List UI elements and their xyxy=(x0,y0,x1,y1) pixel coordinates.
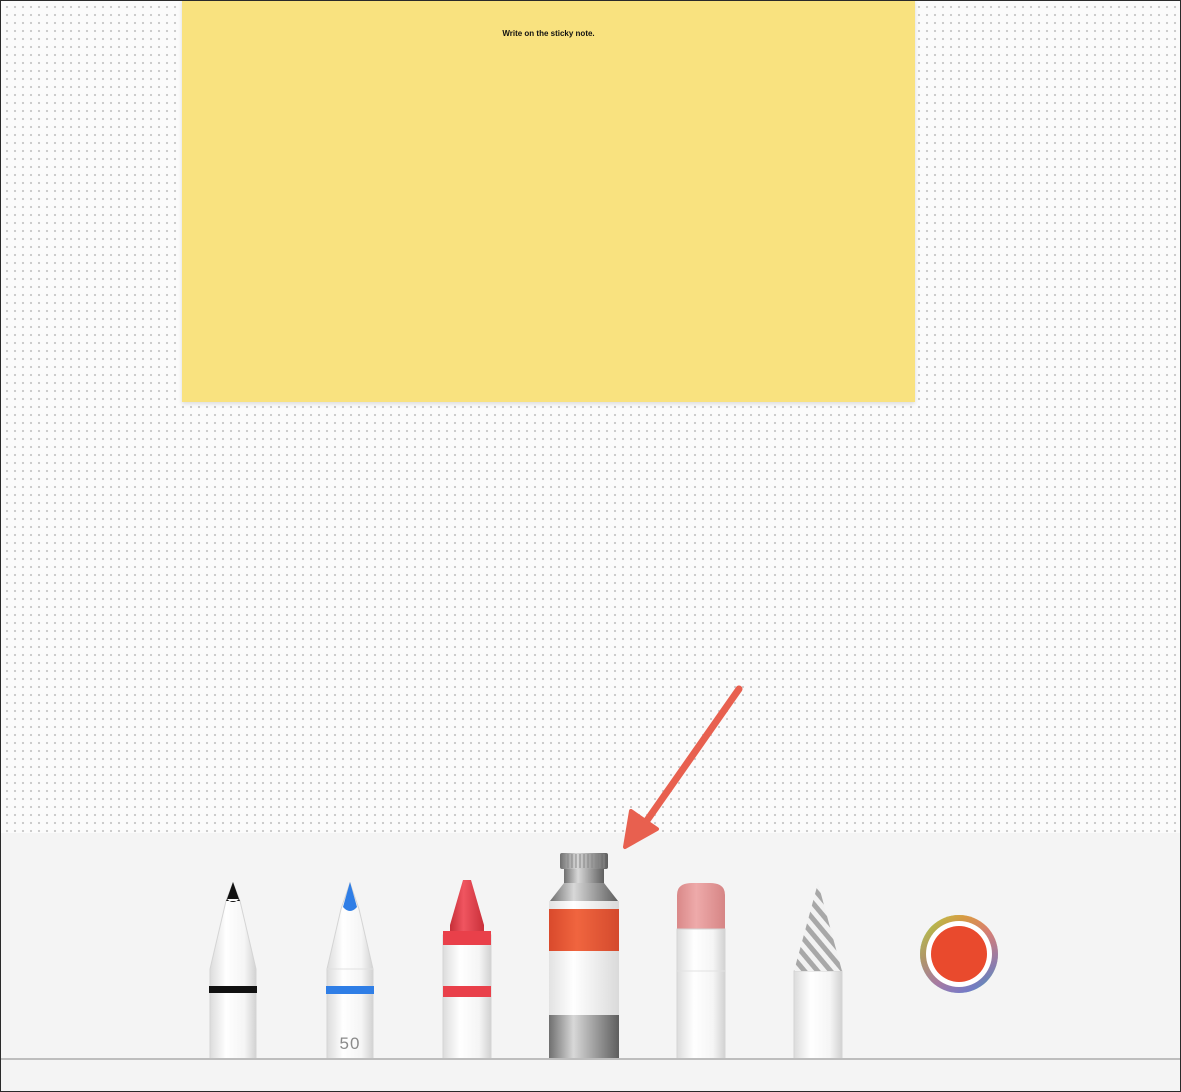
pen-icon xyxy=(209,881,257,1061)
sticky-note-text: Write on the sticky note. xyxy=(502,29,595,38)
screenshot-frame: Write on the sticky note. 50 xyxy=(0,0,1181,1092)
marker-width-label: 50 xyxy=(339,1034,361,1053)
lasso-icon xyxy=(793,883,843,1061)
lasso-tool[interactable] xyxy=(791,881,845,1061)
color-wheel-icon xyxy=(920,915,998,993)
sticky-note[interactable]: Write on the sticky note. xyxy=(182,1,915,402)
crayon-icon xyxy=(442,880,492,1061)
color-picker-button[interactable] xyxy=(916,911,1002,997)
eraser-tool[interactable] xyxy=(674,883,728,1061)
crayon-tool[interactable] xyxy=(440,877,494,1061)
pen-tool[interactable] xyxy=(206,881,260,1061)
watercolor-tool[interactable] xyxy=(546,851,622,1061)
eraser-icon xyxy=(676,883,726,1061)
selected-color-swatch xyxy=(931,926,987,982)
paint-tube-icon xyxy=(549,853,619,1061)
drawing-canvas[interactable]: Write on the sticky note. xyxy=(1,1,1180,833)
bottom-strip xyxy=(1,1060,1180,1091)
